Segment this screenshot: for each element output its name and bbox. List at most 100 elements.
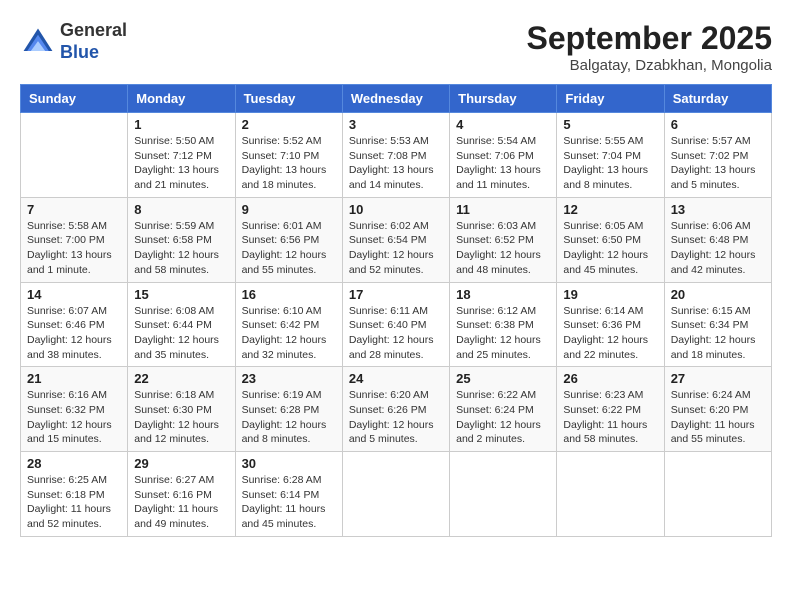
calendar-cell [21, 113, 128, 198]
page-header: General Blue September 2025 Balgatay, Dz… [20, 20, 772, 74]
logo: General Blue [20, 20, 127, 63]
day-number: 15 [134, 287, 228, 302]
day-header-thursday: Thursday [450, 85, 557, 113]
day-info: Sunrise: 5:50 AMSunset: 7:12 PMDaylight:… [134, 134, 228, 193]
calendar-week-row: 28 Sunrise: 6:25 AMSunset: 6:18 PMDayligh… [21, 452, 772, 537]
day-info: Sunrise: 6:19 AMSunset: 6:28 PMDaylight:… [242, 388, 336, 447]
day-header-monday: Monday [128, 85, 235, 113]
day-info: Sunrise: 6:22 AMSunset: 6:24 PMDaylight:… [456, 388, 550, 447]
day-info: Sunrise: 6:02 AMSunset: 6:54 PMDaylight:… [349, 219, 443, 278]
day-number: 21 [27, 371, 121, 386]
logo-general-text: General [60, 20, 127, 40]
day-number: 3 [349, 117, 443, 132]
day-info: Sunrise: 6:16 AMSunset: 6:32 PMDaylight:… [27, 388, 121, 447]
day-number: 18 [456, 287, 550, 302]
calendar-cell: 12 Sunrise: 6:05 AMSunset: 6:50 PMDayligh… [557, 197, 664, 282]
day-info: Sunrise: 6:12 AMSunset: 6:38 PMDaylight:… [456, 304, 550, 363]
day-info: Sunrise: 5:58 AMSunset: 7:00 PMDaylight:… [27, 219, 121, 278]
calendar-cell: 16Sunrise: 6:10 AMSunset: 6:42 PMDayligh… [235, 282, 342, 367]
day-header-wednesday: Wednesday [342, 85, 449, 113]
calendar-week-row: 14 Sunrise: 6:07 AMSunset: 6:46 PMDayligh… [21, 282, 772, 367]
day-info: Sunrise: 6:20 AMSunset: 6:26 PMDaylight:… [349, 388, 443, 447]
calendar-cell: 1 Sunrise: 5:50 AMSunset: 7:12 PMDaylight… [128, 113, 235, 198]
calendar-header-row: SundayMondayTuesdayWednesdayThursdayFrid… [21, 85, 772, 113]
day-info: Sunrise: 5:53 AMSunset: 7:08 PMDaylight:… [349, 134, 443, 193]
day-info: Sunrise: 6:08 AMSunset: 6:44 PMDaylight:… [134, 304, 228, 363]
month-title: September 2025 [527, 20, 772, 57]
calendar-cell [664, 452, 771, 537]
day-number: 12 [563, 202, 657, 217]
day-info: Sunrise: 6:25 AMSunset: 6:18 PMDaylight:… [27, 473, 121, 532]
calendar-cell: 24 Sunrise: 6:20 AMSunset: 6:26 PMDayligh… [342, 367, 449, 452]
calendar-cell: 18 Sunrise: 6:12 AMSunset: 6:38 PMDayligh… [450, 282, 557, 367]
logo-text: General Blue [60, 20, 127, 63]
calendar-cell: 8 Sunrise: 5:59 AMSunset: 6:58 PMDaylight… [128, 197, 235, 282]
day-info: Sunrise: 5:54 AMSunset: 7:06 PMDaylight:… [456, 134, 550, 193]
day-number: 24 [349, 371, 443, 386]
day-number: 29 [134, 456, 228, 471]
day-number: 1 [134, 117, 228, 132]
calendar-cell: 29 Sunrise: 6:27 AMSunset: 6:16 PMDayligh… [128, 452, 235, 537]
title-block: September 2025 Balgatay, Dzabkhan, Mongo… [527, 20, 772, 74]
day-header-friday: Friday [557, 85, 664, 113]
calendar-cell: 17 Sunrise: 6:11 AMSunset: 6:40 PMDayligh… [342, 282, 449, 367]
day-number: 8 [134, 202, 228, 217]
day-number: 19 [563, 287, 657, 302]
calendar-week-row: 1 Sunrise: 5:50 AMSunset: 7:12 PMDaylight… [21, 113, 772, 198]
calendar-cell: 28 Sunrise: 6:25 AMSunset: 6:18 PMDayligh… [21, 452, 128, 537]
day-info: Sunrise: 6:06 AMSunset: 6:48 PMDaylight:… [671, 219, 765, 278]
day-number: 4 [456, 117, 550, 132]
calendar-cell: 20Sunrise: 6:15 AMSunset: 6:34 PMDayligh… [664, 282, 771, 367]
day-info: Sunrise: 6:01 AMSunset: 6:56 PMDaylight:… [242, 219, 336, 278]
day-header-saturday: Saturday [664, 85, 771, 113]
logo-icon [20, 24, 56, 60]
day-number: 5 [563, 117, 657, 132]
day-number: 11 [456, 202, 550, 217]
calendar-cell: 30Sunrise: 6:28 AMSunset: 6:14 PMDayligh… [235, 452, 342, 537]
calendar-cell: 14 Sunrise: 6:07 AMSunset: 6:46 PMDayligh… [21, 282, 128, 367]
calendar-cell: 5 Sunrise: 5:55 AMSunset: 7:04 PMDaylight… [557, 113, 664, 198]
day-number: 28 [27, 456, 121, 471]
day-number: 25 [456, 371, 550, 386]
day-info: Sunrise: 6:24 AMSunset: 6:20 PMDaylight:… [671, 388, 765, 447]
calendar-cell: 6Sunrise: 5:57 AMSunset: 7:02 PMDaylight… [664, 113, 771, 198]
calendar-cell: 9Sunrise: 6:01 AMSunset: 6:56 PMDaylight… [235, 197, 342, 282]
day-number: 6 [671, 117, 765, 132]
location: Balgatay, Dzabkhan, Mongolia [527, 57, 772, 74]
calendar-cell: 11 Sunrise: 6:03 AMSunset: 6:52 PMDayligh… [450, 197, 557, 282]
day-number: 10 [349, 202, 443, 217]
day-number: 17 [349, 287, 443, 302]
calendar-cell: 10 Sunrise: 6:02 AMSunset: 6:54 PMDayligh… [342, 197, 449, 282]
day-info: Sunrise: 6:23 AMSunset: 6:22 PMDaylight:… [563, 388, 657, 447]
day-header-tuesday: Tuesday [235, 85, 342, 113]
day-number: 2 [242, 117, 336, 132]
day-info: Sunrise: 6:03 AMSunset: 6:52 PMDaylight:… [456, 219, 550, 278]
logo-blue-text: Blue [60, 42, 99, 62]
day-info: Sunrise: 5:59 AMSunset: 6:58 PMDaylight:… [134, 219, 228, 278]
calendar-cell: 19Sunrise: 6:14 AMSunset: 6:36 PMDayligh… [557, 282, 664, 367]
calendar-cell [557, 452, 664, 537]
day-info: Sunrise: 5:52 AMSunset: 7:10 PMDaylight:… [242, 134, 336, 193]
calendar-cell: 3 Sunrise: 5:53 AMSunset: 7:08 PMDaylight… [342, 113, 449, 198]
day-info: Sunrise: 6:07 AMSunset: 6:46 PMDaylight:… [27, 304, 121, 363]
day-number: 14 [27, 287, 121, 302]
calendar-cell: 4 Sunrise: 5:54 AMSunset: 7:06 PMDaylight… [450, 113, 557, 198]
day-number: 30 [242, 456, 336, 471]
day-info: Sunrise: 6:18 AMSunset: 6:30 PMDaylight:… [134, 388, 228, 447]
calendar-cell: 22 Sunrise: 6:18 AMSunset: 6:30 PMDayligh… [128, 367, 235, 452]
calendar-cell: 7Sunrise: 5:58 AMSunset: 7:00 PMDaylight… [21, 197, 128, 282]
calendar-cell: 26 Sunrise: 6:23 AMSunset: 6:22 PMDayligh… [557, 367, 664, 452]
day-info: Sunrise: 5:55 AMSunset: 7:04 PMDaylight:… [563, 134, 657, 193]
day-info: Sunrise: 6:05 AMSunset: 6:50 PMDaylight:… [563, 219, 657, 278]
day-number: 22 [134, 371, 228, 386]
day-header-sunday: Sunday [21, 85, 128, 113]
day-info: Sunrise: 6:10 AMSunset: 6:42 PMDaylight:… [242, 304, 336, 363]
day-info: Sunrise: 6:27 AMSunset: 6:16 PMDaylight:… [134, 473, 228, 532]
calendar-cell: 13 Sunrise: 6:06 AMSunset: 6:48 PMDayligh… [664, 197, 771, 282]
calendar-cell: 2 Sunrise: 5:52 AMSunset: 7:10 PMDaylight… [235, 113, 342, 198]
day-number: 26 [563, 371, 657, 386]
day-number: 13 [671, 202, 765, 217]
calendar-cell: 23Sunrise: 6:19 AMSunset: 6:28 PMDayligh… [235, 367, 342, 452]
calendar-cell: 15 Sunrise: 6:08 AMSunset: 6:44 PMDayligh… [128, 282, 235, 367]
day-info: Sunrise: 6:11 AMSunset: 6:40 PMDaylight:… [349, 304, 443, 363]
